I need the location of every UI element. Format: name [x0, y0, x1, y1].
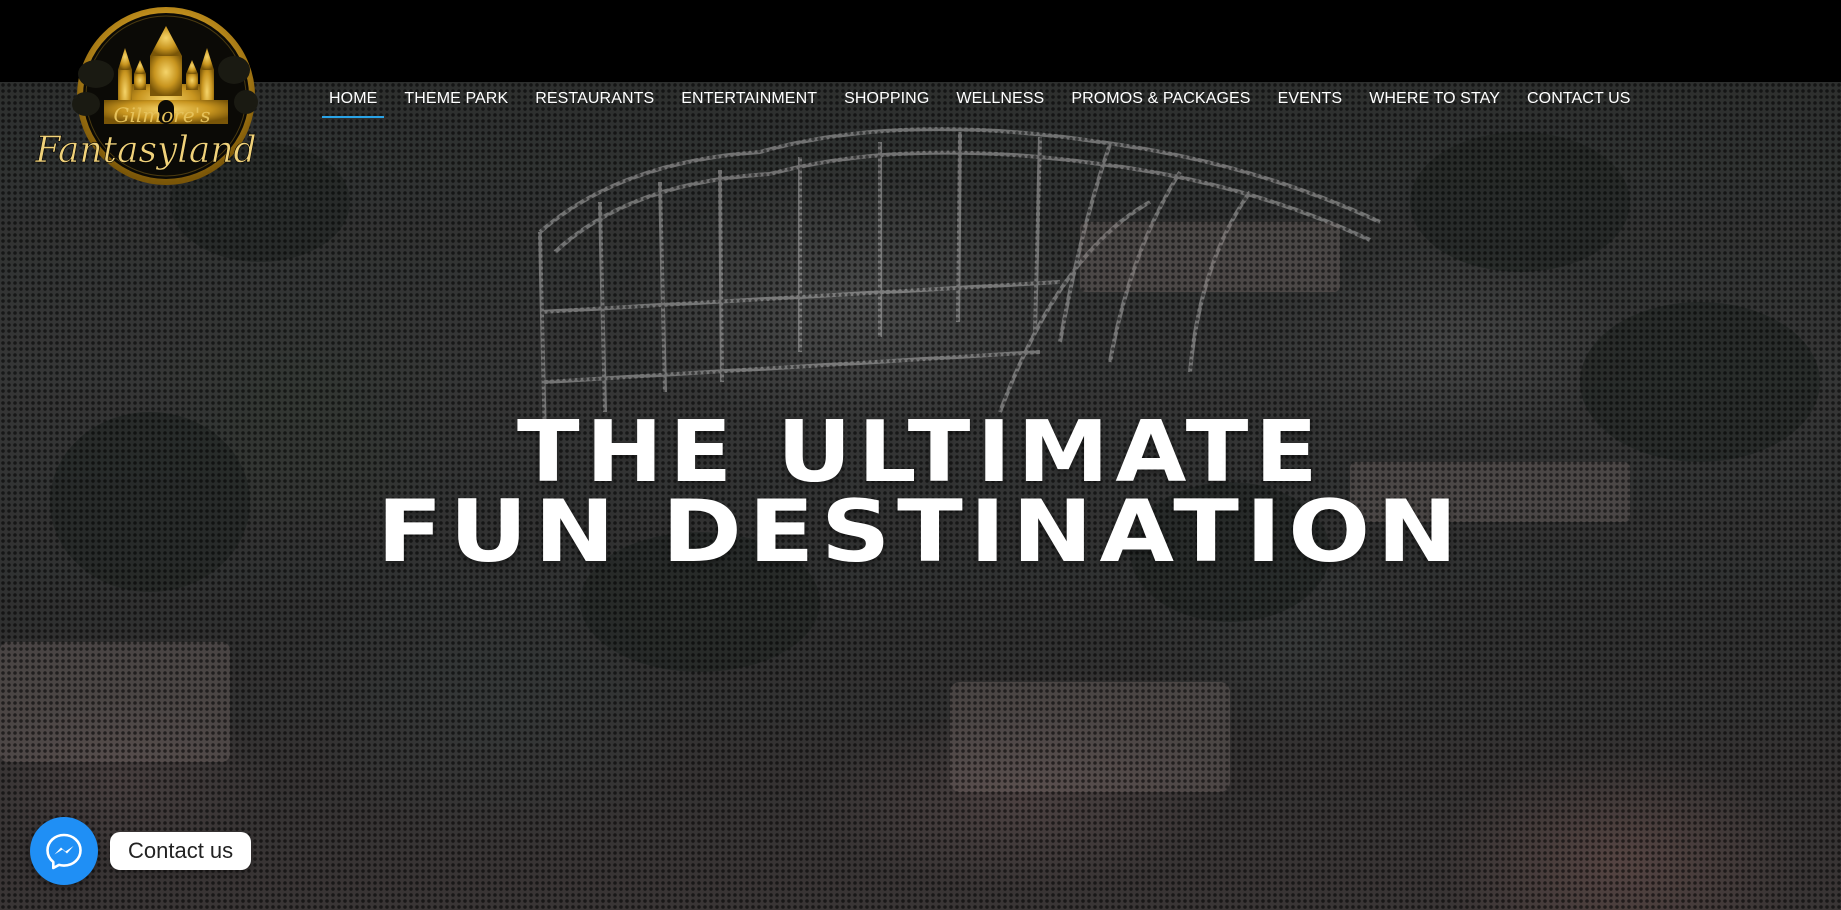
- nav-item-promos-packages[interactable]: PROMOS & PACKAGES: [1064, 86, 1257, 116]
- contact-us-label[interactable]: Contact us: [110, 832, 252, 870]
- nav-item-entertainment[interactable]: ENTERTAINMENT: [674, 86, 824, 116]
- nav-item-contact-us[interactable]: CONTACT US: [1520, 86, 1638, 116]
- nav-item-wellness[interactable]: WELLNESS: [949, 86, 1051, 116]
- nav-item-theme-park[interactable]: THEME PARK: [397, 86, 515, 116]
- page: Gilmore's Fantasyland HOME THEME PARK RE…: [0, 0, 1841, 910]
- hero-headline-line2: FUN DESTINATION: [376, 482, 1465, 582]
- logo-text-top: Gilmore's: [114, 103, 211, 127]
- hero-headline: THE ULTIMATE FUN DESTINATION: [0, 410, 1841, 575]
- messenger-icon: [46, 833, 82, 870]
- top-bar: [0, 0, 1841, 82]
- nav-item-shopping[interactable]: SHOPPING: [837, 86, 936, 116]
- nav-item-home[interactable]: HOME: [322, 86, 385, 118]
- nav-item-restaurants[interactable]: RESTAURANTS: [528, 86, 661, 116]
- nav-item-events[interactable]: EVENTS: [1271, 86, 1350, 116]
- nav-item-where-to-stay[interactable]: WHERE TO STAY: [1362, 86, 1507, 116]
- messenger-button[interactable]: [30, 817, 98, 885]
- logo-text-main: Fantasyland: [34, 130, 256, 171]
- main-nav: HOME THEME PARK RESTAURANTS ENTERTAINMEN…: [322, 86, 1651, 118]
- fantasyland-castle-logo[interactable]: Gilmore's Fantasyland: [34, 4, 268, 204]
